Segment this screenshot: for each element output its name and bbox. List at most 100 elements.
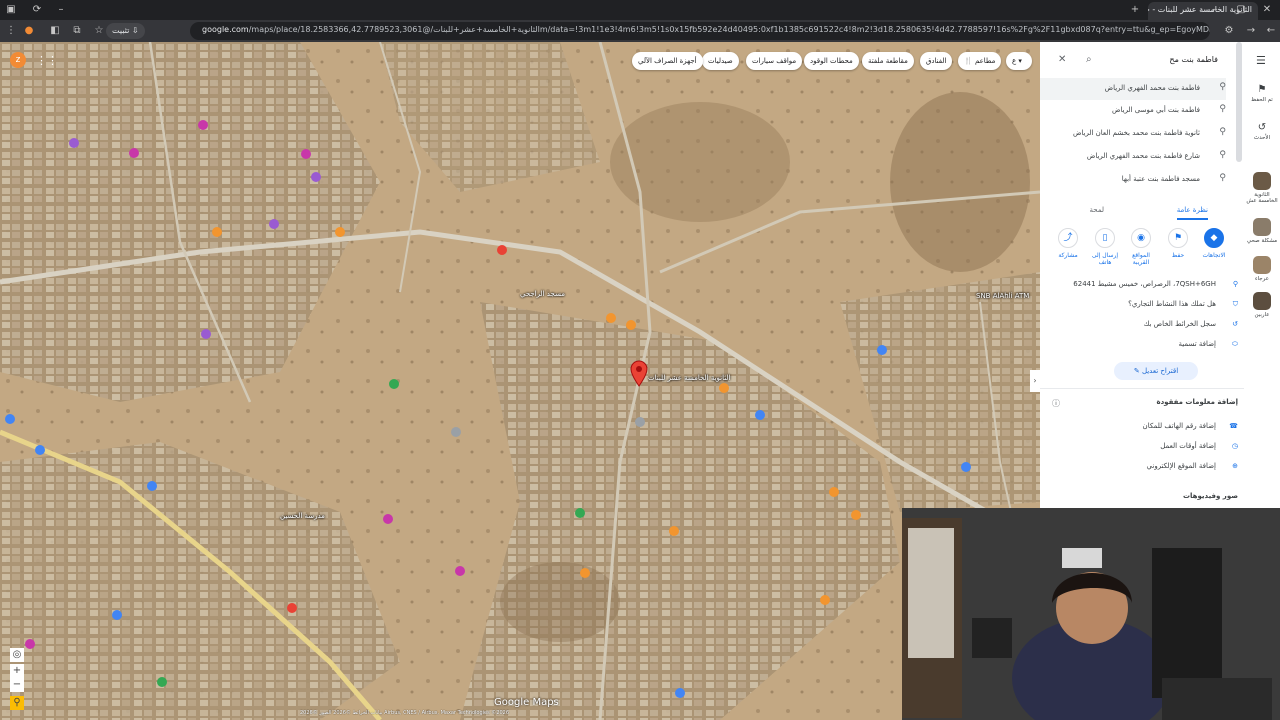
clock-icon: ◷	[1231, 442, 1238, 450]
place-label-selected[interactable]: الثانوية الخامسة عشر للبنات	[648, 374, 730, 382]
search-input[interactable]: فاطمة بنت مح	[1169, 55, 1218, 64]
zoom-in-button[interactable]: +	[10, 664, 24, 678]
suggestion-item[interactable]: ⚲ فاطمة بنت محمد الفهري الرياض	[1040, 78, 1226, 100]
tab-overview[interactable]: نظرة عامة	[1176, 206, 1208, 220]
window-minimize-icon[interactable]: –	[1208, 3, 1222, 17]
window-maximize-icon[interactable]: ▢	[1234, 3, 1248, 17]
history-icon: ↺	[1232, 320, 1238, 328]
address-row[interactable]: ⚲ 7QSH+6GH، الرصراص، خميس مشيط 62441	[1073, 280, 1238, 288]
bookmark-star-icon[interactable]: ☆	[92, 24, 106, 38]
reload-icon[interactable]: ⟳	[30, 3, 44, 17]
menu-icon[interactable]: ☰	[1256, 54, 1266, 67]
chip-label: أجهزة الصراف الآلي	[638, 57, 697, 65]
action-row: ◆ الاتجاهات ⚑ حفظ ◉ المواقع القريبة ▯ إر…	[1040, 228, 1244, 268]
action-label: المواقع القريبة	[1132, 252, 1150, 266]
label-icon: ⬭	[1232, 340, 1238, 348]
address-bar[interactable]: google.com/maps/place/الثانوية+الخامسة+ع…	[190, 22, 1210, 40]
install-button[interactable]: تثبيت ⇩	[106, 23, 145, 39]
pegman-icon[interactable]: ⚲	[10, 696, 24, 710]
add-phone-row[interactable]: ☎ إضافة رقم الهاتف للمكان	[1143, 422, 1238, 430]
chip-label: مواقف سيارات	[752, 57, 797, 65]
browser-toolbar: ⋮ ● ◧ ⧉ ☆ تثبيت ⇩ google.com/maps/place/…	[0, 20, 1280, 42]
extensions-icon[interactable]: ◧	[48, 24, 62, 38]
browser-tabbar: ▣ ⟳ – + الثانوية الخامسة عشر للبنات - خر…	[0, 0, 1280, 20]
action-label: مشاركة	[1058, 252, 1078, 259]
rail-recent-place[interactable]: عاربين	[1244, 292, 1280, 318]
directions-button[interactable]: ◆ الاتجاهات	[1196, 228, 1232, 259]
share-button[interactable]: ⤴ مشاركة	[1050, 228, 1086, 259]
directions-icon: ◆	[1204, 228, 1224, 248]
suggest-edit-button[interactable]: ✎ اقتراح تعديل	[1114, 362, 1198, 380]
search-icon[interactable]: ⌕	[1086, 54, 1092, 65]
search-box[interactable]: فاطمة بنت مح ⌕ ✕	[1048, 50, 1238, 72]
chip-restaurants[interactable]: 🍴 مطاعم	[958, 52, 1002, 70]
clear-icon[interactable]: ✕	[1058, 54, 1066, 65]
rail-label: عاربين	[1254, 312, 1270, 318]
collapse-panel-button[interactable]: ›	[1030, 370, 1040, 392]
suggestion-item[interactable]: ⚲ مسجد فاطمة بنت عتبة أبها	[1040, 169, 1226, 191]
open-in-app-icon[interactable]: ⧉	[70, 24, 84, 38]
place-label-school[interactable]: مدرسة الحسين	[280, 512, 325, 520]
add-label-row[interactable]: ⬭ إضافة تسمية	[1179, 340, 1238, 349]
panel-scrollbar[interactable]	[1236, 42, 1242, 162]
map-attribution: بيانات الخرائط ©2026 الصور ©2026 Airbus,…	[300, 710, 510, 716]
chip-atms[interactable]: أجهزة الصراف الآلي	[632, 52, 703, 70]
add-website-row[interactable]: ⊕ إضافة الموقع الإلكتروني	[1147, 462, 1238, 470]
suggestion-item[interactable]: ⚲ ثانوية فاطمة بنت محمد بخشم العان الريا…	[1040, 123, 1226, 145]
rail-label: عرجاء	[1255, 276, 1269, 282]
claim-row[interactable]: ⛉ هل تملك هذا النشاط التجاري؟	[1128, 300, 1238, 309]
place-label-mosque[interactable]: مسجد الراجحي	[520, 290, 565, 298]
history-row[interactable]: ↺ سجل الخرائط الخاص بك	[1144, 320, 1238, 328]
window-close-icon[interactable]: ✕	[1260, 3, 1274, 17]
chip-label: صيدليات	[708, 57, 733, 65]
apps-grid-icon[interactable]: ⋮⋮	[36, 54, 58, 67]
suggestion-item[interactable]: ⚲ شارع فاطمة بنت محمد الفهري الرياض	[1040, 146, 1226, 168]
rail-label: الثانوية الخامسة عش	[1246, 192, 1278, 204]
chip-more[interactable]: ع ▾	[1006, 52, 1032, 70]
suggestion-label: فاطمة بنت محمد الفهري الرياض	[1104, 84, 1200, 92]
chip-label: مقاطعة ملفتة	[868, 57, 908, 65]
rail-saved[interactable]: ⚑ تم الحفظ	[1244, 84, 1280, 103]
send-to-phone-button[interactable]: ▯ إرسال إلى هاتف	[1087, 228, 1123, 266]
nearby-button[interactable]: ◉ المواقع القريبة	[1123, 228, 1159, 266]
place-label-atm[interactable]: SNB AlAhli ATM	[976, 292, 1029, 300]
add-website-text: إضافة الموقع الإلكتروني	[1146, 462, 1216, 470]
chip-pharmacies[interactable]: صيدليات	[702, 52, 739, 70]
tab-about[interactable]: لمحة	[1090, 206, 1104, 214]
add-hours-row[interactable]: ◷ إضافة أوقات العمل	[1160, 442, 1238, 450]
chip-gas[interactable]: محطات الوقود	[804, 52, 859, 70]
right-rail: ☰ ⚑ تم الحفظ ↺ الأحدث الثانوية الخامسة عش …	[1244, 42, 1280, 508]
add-hours-text: إضافة أوقات العمل	[1160, 442, 1216, 450]
location-icon: ⚲	[1232, 280, 1238, 288]
my-location-icon[interactable]: ◎	[10, 648, 24, 662]
shield-icon: ⛉	[1232, 300, 1238, 308]
rail-recent-place[interactable]: الثانوية الخامسة عش	[1244, 172, 1280, 204]
place-pin-icon: ⚲	[1219, 127, 1226, 137]
save-button[interactable]: ⚑ حفظ	[1160, 228, 1196, 259]
profile-icon[interactable]: ●	[22, 24, 36, 38]
chip-parking[interactable]: مواقف سيارات	[746, 52, 803, 70]
suggestion-item[interactable]: ⚲ فاطمة بنت أبي موسى الرياض	[1040, 100, 1226, 122]
satellite-map[interactable]: الثانوية الخامسة عشر للبنات SNB AlAhli A…	[0, 42, 1040, 720]
chip-hotels[interactable]: الفنادق	[920, 52, 953, 70]
window-menu-icon[interactable]: ▣	[4, 3, 18, 17]
forward-icon[interactable]: →	[1244, 24, 1258, 38]
place-thumbnail	[1253, 256, 1271, 274]
back-icon[interactable]: ←	[1264, 24, 1278, 38]
site-info-icon[interactable]: ⚙	[1222, 24, 1236, 38]
suggestion-label: ثانوية فاطمة بنت محمد بخشم العان الرياض	[1072, 129, 1200, 137]
account-avatar[interactable]: z	[10, 52, 26, 68]
rail-recent-place[interactable]: عرجاء	[1244, 256, 1280, 282]
rail-recent-place[interactable]: مشكلة صحي	[1244, 218, 1280, 244]
install-label: تثبيت	[112, 26, 130, 35]
new-tab-icon[interactable]: +	[1128, 3, 1142, 17]
chip-attractions[interactable]: مقاطعة ملفتة	[862, 52, 914, 70]
info-icon[interactable]: ⓘ	[1052, 398, 1060, 409]
chip-more-label: ع	[1012, 57, 1017, 65]
map-imagery	[0, 42, 1040, 720]
browser-menu-icon[interactable]: ⋮	[4, 24, 18, 38]
minimize-icon[interactable]: –	[54, 3, 68, 17]
zoom-out-button[interactable]: −	[10, 678, 24, 692]
rail-recent[interactable]: ↺ الأحدث	[1244, 122, 1280, 141]
divider	[1040, 388, 1244, 389]
